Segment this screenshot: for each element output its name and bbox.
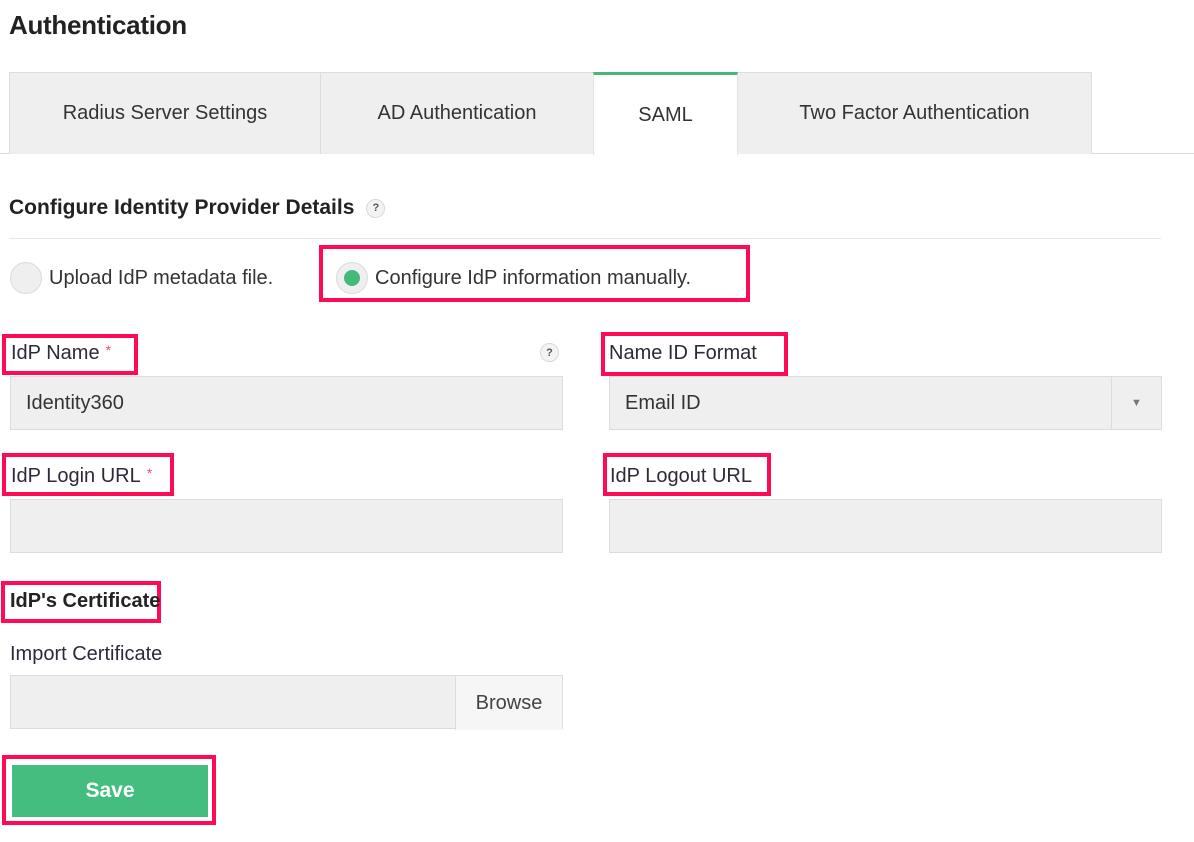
radio-label: Upload IdP metadata file. xyxy=(49,266,274,289)
radio-label: Configure IdP information manually. xyxy=(375,266,692,289)
idp-logout-url-input[interactable] xyxy=(625,514,1161,538)
idp-login-url-label: IdP Login URL * xyxy=(11,465,152,488)
section-title-text: Configure Identity Provider Details xyxy=(9,196,355,219)
idp-login-url-input[interactable] xyxy=(26,514,562,538)
certificate-heading: IdP's Certificate xyxy=(10,590,161,612)
import-certificate-label: Import Certificate xyxy=(10,643,163,665)
radio-configure-manually[interactable]: Configure IdP information manually. xyxy=(336,258,691,298)
section-title: Configure Identity Provider Details ? xyxy=(9,196,386,220)
radio-button-selected[interactable] xyxy=(336,262,368,294)
radio-upload-metadata[interactable]: Upload IdP metadata file. xyxy=(10,258,273,298)
radio-dot xyxy=(344,270,360,286)
idp-name-field[interactable] xyxy=(10,376,563,430)
idp-logout-url-field[interactable] xyxy=(609,499,1162,553)
idp-name-label-text: IdP Name xyxy=(11,342,100,364)
tab-bar: Radius Server Settings AD Authentication… xyxy=(0,72,1194,155)
idp-logout-url-label: IdP Logout URL xyxy=(610,465,752,487)
radio-button-unselected[interactable] xyxy=(10,262,42,294)
certificate-file-input[interactable] xyxy=(11,690,451,714)
idp-name-help-icon[interactable]: ? xyxy=(540,343,559,362)
tab-saml[interactable]: SAML xyxy=(593,72,738,155)
chevron-down-icon[interactable]: ▼ xyxy=(1111,377,1161,429)
idp-login-url-field[interactable] xyxy=(10,499,563,553)
tab-ad-authentication[interactable]: AD Authentication xyxy=(320,72,594,154)
help-icon[interactable]: ? xyxy=(366,198,386,218)
idp-name-input[interactable] xyxy=(26,391,562,415)
name-id-format-label: Name ID Format xyxy=(609,342,757,364)
idp-login-url-label-text: IdP Login URL xyxy=(11,465,141,487)
divider xyxy=(9,238,1161,239)
required-mark: * xyxy=(105,342,112,358)
browse-button[interactable]: Browse xyxy=(455,676,562,730)
required-mark: * xyxy=(146,465,153,481)
tab-radius-server-settings[interactable]: Radius Server Settings xyxy=(9,72,321,154)
tab-two-factor-authentication[interactable]: Two Factor Authentication xyxy=(737,72,1092,154)
page-title: Authentication xyxy=(9,10,187,40)
certificate-file-field[interactable]: Browse xyxy=(10,675,563,730)
name-id-format-select[interactable]: Email ID ▼ xyxy=(609,376,1162,430)
idp-name-label: IdP Name * xyxy=(11,342,111,365)
name-id-format-value: Email ID xyxy=(625,391,701,414)
save-button[interactable]: Save xyxy=(12,765,208,817)
